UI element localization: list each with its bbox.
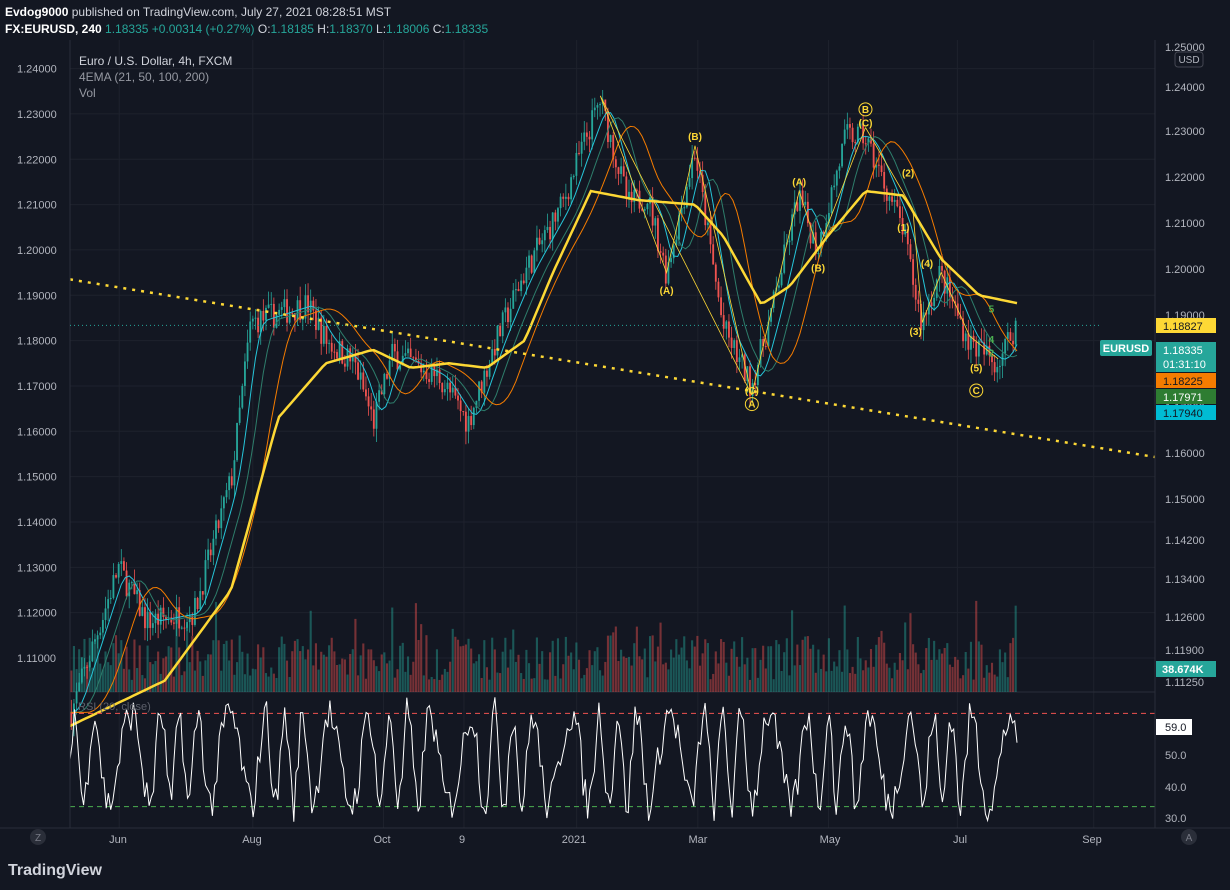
wave-label-3: A	[748, 400, 755, 411]
wave-label-4: (A)	[792, 177, 806, 188]
tradingview-logo[interactable]: TradingView	[8, 862, 102, 880]
wave-label-12: (5)	[970, 363, 982, 374]
y-tick-right-10: 1.15000	[1165, 494, 1205, 506]
y-tick-left-1: 1.23000	[17, 109, 57, 121]
y-tick-right-11: 1.14200	[1165, 535, 1205, 547]
legend-vol[interactable]: Vol	[79, 85, 232, 101]
legend-title: Euro / U.S. Dollar, 4h, FXCM	[79, 54, 233, 68]
wave-label-0: (A)	[660, 286, 674, 297]
y-tick-left-5: 1.19000	[17, 290, 57, 302]
y-tick-right-14: 1.11900	[1165, 645, 1204, 657]
wave-count-1: 4	[989, 335, 995, 346]
currency-badge[interactable]: USD	[1178, 55, 1199, 66]
wave-label-2: (C)	[745, 386, 759, 397]
y-tick-left-0: 1.24000	[17, 64, 57, 76]
wave-count-2: 2	[989, 348, 995, 359]
wave-label-1: (B)	[688, 132, 702, 143]
price-label-3: 1.17971	[1163, 392, 1203, 404]
footer-bar: TradingView	[0, 852, 1230, 890]
x-tick-7: Jul	[953, 834, 967, 846]
chart-legend: Euro / U.S. Dollar, 4h, FXCM 4EMA (21, 5…	[79, 53, 232, 101]
low-value: 1.18006	[386, 22, 430, 36]
close-value: 1.18335	[444, 22, 489, 36]
price-change: +0.00314 (+0.27%)	[151, 22, 255, 36]
price-label-0: 1.18827	[1163, 321, 1203, 333]
y-tick-right-15: 1.11250	[1165, 677, 1204, 689]
volume-label: 38.674K	[1162, 664, 1204, 676]
countdown-label: 01:31:10	[1163, 359, 1206, 371]
wave-label-7: B	[862, 105, 869, 116]
wave-label-8: (2)	[902, 168, 914, 179]
rsi-tick-3: 30.0	[1165, 813, 1186, 825]
auto-scale-icon[interactable]: A	[1186, 833, 1193, 844]
high-value: 1.18370	[329, 22, 373, 36]
open-value: 1.18185	[270, 22, 314, 36]
y-tick-left-9: 1.15000	[17, 472, 57, 484]
x-tick-0: Jun	[109, 834, 127, 846]
x-tick-8: Sep	[1082, 834, 1102, 846]
x-tick-1: Aug	[242, 834, 262, 846]
y-tick-left-7: 1.17000	[17, 381, 57, 393]
y-tick-right-5: 1.20000	[1165, 264, 1205, 276]
x-tick-6: May	[820, 834, 841, 846]
price-chart[interactable]: (A)(B)(C)A(A)(B)(C)B(2)(1)(4)(3)(5)C542 …	[0, 40, 1230, 852]
wave-label-5: (B)	[811, 264, 825, 275]
y-tick-left-11: 1.13000	[17, 562, 57, 574]
rsi-tick-2: 40.0	[1165, 782, 1186, 794]
x-tick-5: Mar	[689, 834, 708, 846]
rsi-tick-1: 50.0	[1165, 750, 1186, 762]
price-label-4: 1.17940	[1163, 408, 1203, 420]
y-tick-right-12: 1.13400	[1165, 574, 1205, 586]
y-tick-right-3: 1.22000	[1165, 172, 1205, 184]
y-tick-left-8: 1.16000	[17, 426, 57, 438]
y-tick-left-6: 1.18000	[17, 336, 57, 348]
price-label-1: 1.18335	[1163, 345, 1203, 357]
y-tick-left-12: 1.12000	[17, 608, 57, 620]
rsi-last-label: 59.0	[1165, 722, 1186, 734]
y-tick-left-3: 1.21000	[17, 200, 57, 212]
y-tick-right-4: 1.21000	[1165, 218, 1205, 230]
y-tick-right-2: 1.23000	[1165, 126, 1205, 138]
header-bar: Evdog9000 published on TradingView.com, …	[0, 0, 1230, 40]
price-label-2: 1.18225	[1163, 376, 1203, 388]
y-tick-right-13: 1.12600	[1165, 612, 1205, 624]
last-price: 1.18335	[105, 22, 149, 36]
wave-count-0: 5	[989, 305, 995, 316]
wave-label-11: (3)	[910, 327, 922, 338]
wave-label-10: (4)	[921, 259, 933, 270]
wave-label-6: (C)	[859, 118, 873, 129]
published-text: published on TradingView.com, July 27, 2…	[71, 5, 392, 19]
zoom-icon[interactable]: Z	[35, 833, 41, 844]
x-tick-4: 2021	[562, 834, 586, 846]
y-tick-left-10: 1.14000	[17, 517, 57, 529]
publisher-name[interactable]: Evdog9000	[5, 5, 68, 19]
symbol-label: FX:EURUSD, 240	[5, 22, 102, 36]
wave-label-13: C	[973, 386, 980, 397]
grid	[0, 40, 1155, 828]
symbol-tag[interactable]: EURUSD	[1103, 343, 1150, 355]
y-tick-right-1: 1.24000	[1165, 82, 1205, 94]
y-tick-right-9: 1.16000	[1165, 448, 1205, 460]
x-tick-3: 9	[459, 834, 465, 846]
y-tick-left-4: 1.20000	[17, 245, 57, 257]
rsi-legend[interactable]: RSI (20, close)	[78, 701, 151, 713]
y-tick-left-13: 1.11000	[17, 653, 56, 665]
y-tick-left-2: 1.22000	[17, 154, 57, 166]
ohlc-line: FX:EURUSD, 240 1.18335 +0.00314 (+0.27%)…	[5, 22, 489, 36]
publish-info: Evdog9000 published on TradingView.com, …	[5, 5, 391, 19]
legend-ema[interactable]: 4EMA (21, 50, 100, 200)	[79, 69, 232, 85]
x-tick-2: Oct	[373, 834, 390, 846]
wave-label-9: (1)	[897, 223, 909, 234]
